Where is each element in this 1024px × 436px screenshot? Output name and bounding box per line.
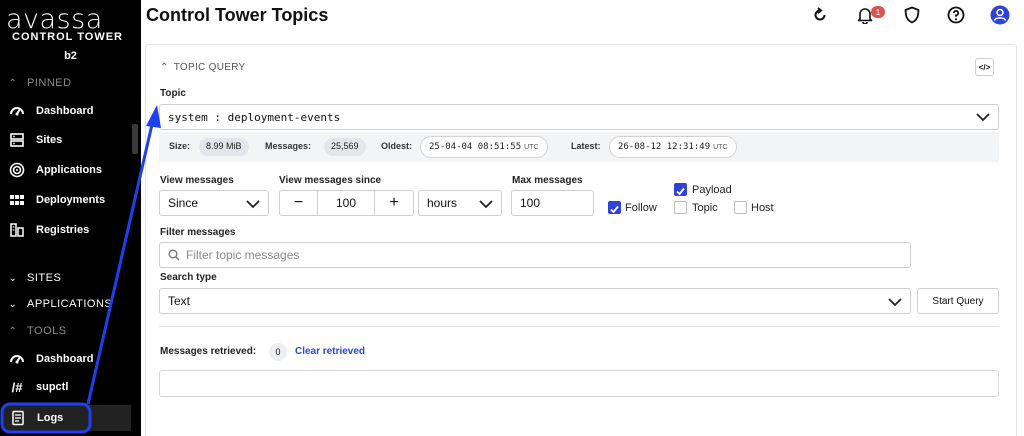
instance-name: b2 [64, 50, 77, 62]
sidebar-scrollbar[interactable] [132, 124, 138, 154]
registries-icon [8, 221, 26, 239]
refresh-icon[interactable] [808, 3, 832, 27]
since-label: View messages since [279, 175, 382, 186]
sidebar-item-sites[interactable]: Sites [8, 131, 62, 149]
chevron-down-icon: ⌄ [8, 272, 18, 284]
chevron-down-icon [246, 200, 260, 209]
clear-retrieved-link[interactable]: Clear retrieved [295, 346, 365, 357]
chevron-down-icon [888, 298, 902, 307]
topic-checkbox-label: Topic [692, 202, 718, 214]
oldest-value: 25-04-04 08:51:55 UTC [420, 136, 548, 158]
increment-button[interactable]: + [375, 191, 413, 215]
search-type-select[interactable]: Text [159, 288, 911, 314]
section-applications[interactable]: ⌄ APPLICATIONS [8, 298, 112, 310]
logs-icon [9, 409, 27, 427]
decrement-button[interactable]: − [280, 191, 318, 215]
topic-label: Topic [160, 88, 186, 99]
check-icon [610, 205, 619, 214]
oldest-label: Oldest: [381, 141, 413, 151]
dashboard-icon [8, 102, 26, 120]
chevron-up-icon: ⌃ [8, 325, 18, 337]
dashboard-icon [8, 350, 26, 368]
topic-stats-bar: Size: 8.99 MiB Messages: 25,569 Oldest: … [159, 132, 999, 162]
topic-select[interactable]: system : deployment-events [159, 104, 999, 130]
latest-value: 26-08-12 12:31:49 UTC [609, 136, 737, 158]
check-icon [676, 187, 685, 196]
user-icon[interactable] [988, 3, 1012, 27]
shield-icon[interactable] [900, 3, 924, 27]
deployments-icon [8, 191, 26, 209]
sidebar-item-applications[interactable]: Applications [8, 161, 102, 179]
section-sites[interactable]: ⌄ SITES [8, 272, 61, 284]
page-title: Control Tower Topics [146, 5, 329, 25]
start-query-button[interactable]: Start Query [917, 288, 999, 314]
max-messages-input[interactable]: 100 [511, 190, 594, 216]
chevron-down-icon [976, 113, 990, 122]
latest-label: Latest: [571, 141, 601, 151]
since-unit-select[interactable]: hours [418, 190, 502, 216]
search-type-label: Search type [160, 272, 217, 283]
filter-messages-label: Filter messages [160, 227, 236, 238]
help-icon[interactable] [944, 3, 968, 27]
sidebar-item-logs[interactable]: Logs [3, 405, 131, 431]
section-pinned[interactable]: ⌃ PINNED [8, 77, 72, 89]
payload-checkbox[interactable] [674, 183, 687, 196]
messages-label: Messages: [265, 141, 312, 151]
terminal-icon: /# [11, 379, 23, 395]
retrieved-count: 0 [269, 343, 287, 361]
sidebar-item-deployments[interactable]: Deployments [8, 191, 105, 209]
host-label: Host [751, 202, 774, 214]
logo-subtitle: CONTROL TOWER [12, 31, 123, 43]
follow-checkbox[interactable] [608, 201, 621, 214]
max-messages-label: Max messages [512, 175, 583, 186]
section-tools[interactable]: ⌃ TOOLS [8, 325, 67, 337]
sidebar: avassa CONTROL TOWER b2 ⌃ PINNED Dashboa… [0, 0, 141, 436]
messages-value: 25,569 [324, 138, 366, 156]
retrieved-label: Messages retrieved: [160, 346, 257, 357]
view-messages-select[interactable]: Since [159, 190, 269, 216]
chevron-up-icon: ⌃ [8, 77, 18, 89]
follow-label: Follow [625, 202, 657, 214]
view-messages-label: View messages [160, 175, 234, 186]
code-view-button[interactable]: </> [975, 58, 994, 76]
server-icon [8, 131, 26, 149]
topic-checkbox[interactable] [674, 201, 687, 214]
since-input[interactable]: 100 [318, 191, 375, 215]
divider [159, 326, 999, 327]
sidebar-item-supctl[interactable]: /# supctl [8, 378, 69, 396]
payload-label: Payload [692, 184, 732, 196]
results-area [159, 370, 999, 397]
sidebar-item-dashboard[interactable]: Dashboard [8, 102, 93, 120]
since-stepper: − 100 + [279, 190, 414, 216]
size-label: Size: [169, 141, 191, 151]
topic-query-toggle[interactable]: ⌃ TOPIC QUERY [160, 62, 246, 73]
chevron-down-icon [479, 200, 493, 209]
size-value: 8.99 MiB [199, 138, 249, 156]
sidebar-item-tools-dashboard[interactable]: Dashboard [8, 350, 93, 368]
chevron-up-icon: ⌃ [160, 62, 169, 73]
search-icon [168, 249, 180, 261]
filter-messages-input[interactable]: Filter topic messages [159, 242, 911, 268]
notification-badge: 1 [871, 6, 885, 18]
sidebar-item-registries[interactable]: Registries [8, 221, 89, 239]
host-checkbox[interactable] [734, 201, 747, 214]
chevron-down-icon: ⌄ [8, 298, 18, 310]
applications-icon [8, 161, 26, 179]
